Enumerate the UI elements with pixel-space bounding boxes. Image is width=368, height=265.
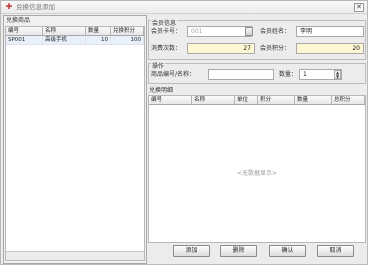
details-title: 兑换明细 [149,87,174,94]
column-header-name[interactable]: 名称 [43,27,86,35]
table-row[interactable]: SP001 高级手机 10 100 [6,36,144,45]
detail-column-unit[interactable]: 单位 [235,96,258,104]
detail-column-points[interactable]: 积分 [258,96,295,104]
column-header-points[interactable]: 兑换积分 [111,27,144,35]
column-header-qty[interactable]: 数量 [86,27,111,35]
cell-qty: 10 [86,36,111,44]
close-button[interactable]: ✕ [354,3,364,12]
empty-data-text: <无数据显示> [236,170,278,177]
member-name-label: 会员姓名： [260,28,291,35]
quantity-spin-icon[interactable]: ▲ ▼ [334,70,341,79]
detail-column-total[interactable]: 总积分 [332,96,365,104]
window-title: 兑换信息添加 [16,3,55,11]
add-button[interactable]: 添加 [173,245,210,257]
detail-column-code[interactable]: 编号 [149,96,192,104]
cell-name: 高级手机 [43,36,86,44]
grid-footer [6,251,144,260]
spend-count-label: 消费次数： [151,45,182,52]
member-card-label: 会员卡号： [151,28,182,35]
title-bar[interactable]: ✚ 兑换信息添加 ✕ [1,1,367,14]
member-name-field: 李明 [296,26,364,37]
column-header-code[interactable]: 编号 [6,27,43,35]
card-lookup-button[interactable] [245,27,253,36]
exchange-detail-grid[interactable]: 编号 名称 单位 积分 数量 总积分 <无数据显示> [148,95,366,243]
cell-code: SP001 [6,36,43,44]
exchange-add-window: ✚ 兑换信息添加 ✕ 兑换商品 编号 名称 数量 兑换积分 SP001 高级手机… [0,0,368,265]
exchange-product-panel: 兑换商品 编号 名称 数量 兑换积分 SP001 高级手机 10 100 [3,15,147,264]
cell-points: 100 [111,36,144,44]
member-points-field: 20 [296,43,364,54]
member-card-input[interactable]: 001 [187,26,252,37]
confirm-button[interactable]: 确认 [269,245,306,257]
detail-column-qty[interactable]: 数量 [295,96,332,104]
grid-header: 编号 名称 数量 兑换积分 [6,27,144,36]
quantity-label: 数量： [279,71,298,78]
product-code-label: 商品编号/名称： [151,71,196,78]
plus-icon: ✚ [5,2,13,11]
delete-button[interactable]: 删除 [220,245,257,257]
cancel-button[interactable]: 取消 [317,245,354,257]
detail-grid-header: 编号 名称 单位 积分 数量 总积分 [149,96,365,105]
spend-count-field: 27 [187,43,255,54]
exchange-product-grid[interactable]: 编号 名称 数量 兑换积分 SP001 高级手机 10 100 [5,26,145,261]
member-points-label: 会员积分： [260,45,291,52]
product-code-input[interactable] [208,69,274,80]
detail-column-name[interactable]: 名称 [192,96,235,104]
exchange-product-caption: 兑换商品 [6,17,31,24]
